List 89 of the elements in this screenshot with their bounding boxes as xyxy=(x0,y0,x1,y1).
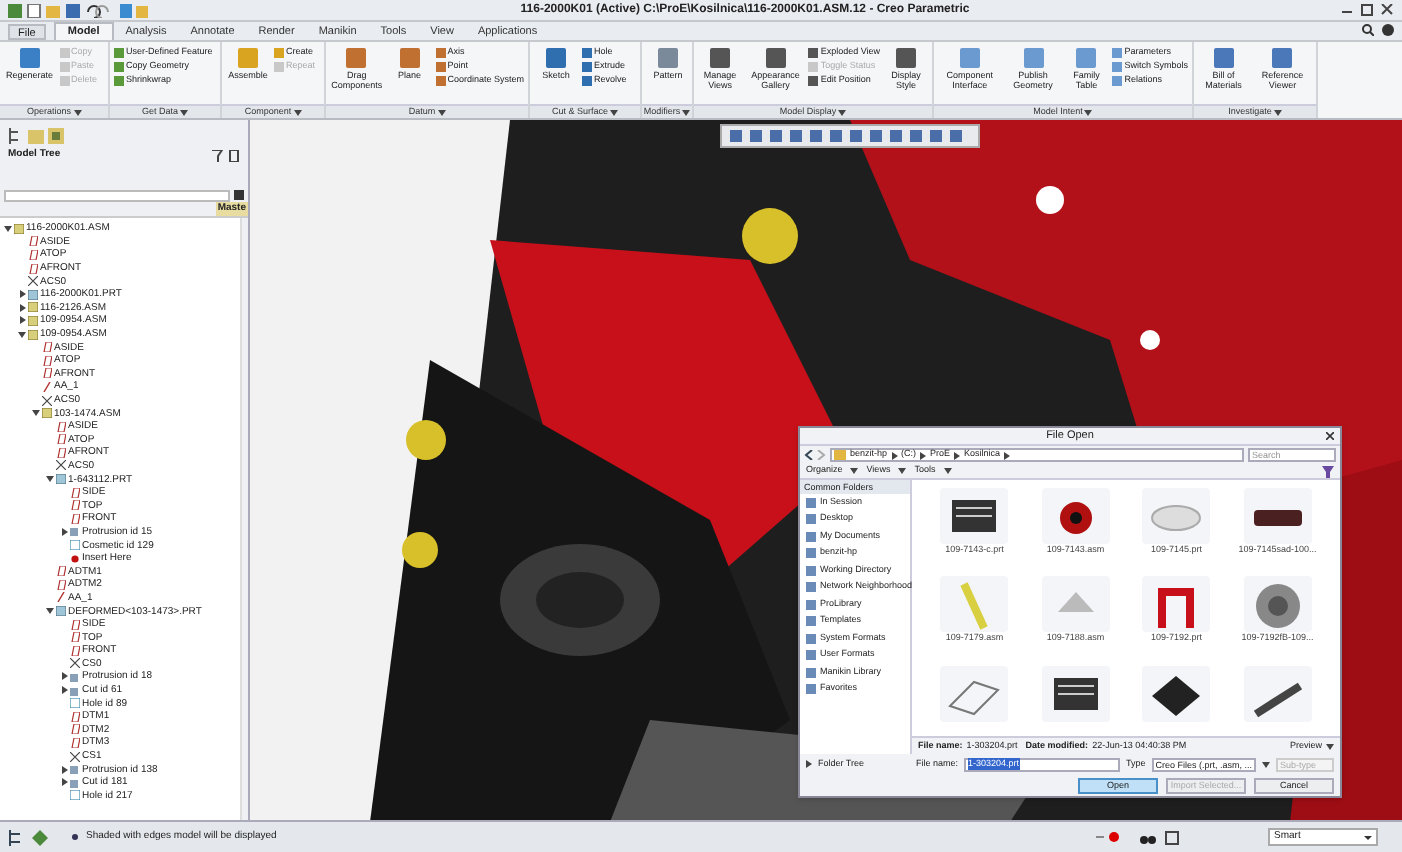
feature-node-icon xyxy=(70,526,80,537)
caret-icon xyxy=(1273,109,1282,115)
plane-node-icon xyxy=(28,263,38,274)
tool-icon xyxy=(1074,46,1099,70)
caret-icon xyxy=(891,451,898,459)
part-thumbnail[interactable] xyxy=(1142,488,1211,544)
asm-node-icon xyxy=(14,223,24,234)
cosmetic-node-icon xyxy=(70,790,80,801)
csys-node-icon xyxy=(70,751,80,762)
expand-toggle-icon[interactable] xyxy=(61,672,67,681)
close-icon[interactable] xyxy=(1326,432,1334,440)
folder-icon xyxy=(834,450,846,460)
expand-toggle-icon[interactable] xyxy=(61,778,67,787)
tool-icon xyxy=(236,46,260,70)
part-thumbnail[interactable] xyxy=(1041,576,1110,633)
part-thumbnail[interactable] xyxy=(940,488,1009,544)
csys-node-icon xyxy=(70,658,80,669)
csys-node-icon xyxy=(42,395,52,406)
part-thumbnail[interactable] xyxy=(1142,665,1211,721)
expand-toggle-icon[interactable] xyxy=(18,331,26,338)
part-thumbnail[interactable] xyxy=(1041,665,1110,721)
axis-node-icon xyxy=(42,381,52,392)
expand-toggle-icon[interactable] xyxy=(46,608,54,615)
tool-icon xyxy=(894,46,918,70)
caret-icon xyxy=(1004,451,1011,459)
tool-icon xyxy=(656,46,680,70)
csys-node-icon xyxy=(56,460,66,471)
caret-icon xyxy=(920,451,927,459)
insert-node-icon xyxy=(70,553,80,564)
expand-toggle-icon[interactable] xyxy=(61,686,67,695)
cosmetic-node-icon xyxy=(70,698,80,709)
caret-icon xyxy=(954,451,961,459)
expand-toggle-icon[interactable] xyxy=(32,410,40,417)
window-icon[interactable] xyxy=(1164,829,1180,845)
part-thumbnail[interactable] xyxy=(940,665,1009,721)
tree-toggle-icon[interactable] xyxy=(8,829,24,845)
part-thumbnail[interactable] xyxy=(1243,488,1312,544)
tree-tab-icon[interactable] xyxy=(8,128,24,144)
part-thumbnail[interactable] xyxy=(1243,665,1312,721)
scrollbar[interactable] xyxy=(240,218,248,820)
part-thumbnail[interactable] xyxy=(1142,576,1211,633)
expand-toggle-icon[interactable] xyxy=(46,476,54,483)
caret-icon xyxy=(437,109,446,115)
favorites-tab-icon[interactable] xyxy=(48,128,64,144)
prt-node-icon xyxy=(56,474,66,485)
quick-access-toolbar-icon[interactable] xyxy=(8,3,148,17)
caret-icon xyxy=(838,109,847,115)
caret-icon xyxy=(180,109,188,115)
search-icon[interactable] xyxy=(1362,24,1374,36)
axis-node-icon xyxy=(56,592,66,603)
back-forward-icon xyxy=(804,450,826,460)
window-controls-icon[interactable] xyxy=(1342,4,1394,16)
caret-icon xyxy=(610,109,618,115)
tool-icon xyxy=(708,46,733,70)
feature-node-icon xyxy=(70,685,80,696)
shape-icon[interactable] xyxy=(32,829,48,845)
caret-icon xyxy=(73,109,81,115)
tool-icon xyxy=(763,46,788,70)
asm-node-icon xyxy=(28,329,38,340)
caret-icon xyxy=(682,109,691,115)
part-thumbnail[interactable] xyxy=(1243,576,1312,633)
tool-icon xyxy=(1211,46,1236,70)
caret-icon xyxy=(850,468,859,474)
cosmetic-node-icon xyxy=(70,540,80,551)
caret-icon xyxy=(806,760,812,768)
csys-node-icon xyxy=(28,276,38,287)
part-thumbnail[interactable] xyxy=(940,576,1009,633)
caret-icon xyxy=(1084,109,1093,115)
help-icon[interactable] xyxy=(1382,24,1394,36)
tool-icon xyxy=(344,46,369,70)
prt-node-icon xyxy=(56,606,66,617)
tool-icon xyxy=(17,46,42,70)
asm-node-icon xyxy=(42,408,52,419)
caret-icon xyxy=(293,109,302,115)
expand-toggle-icon[interactable] xyxy=(4,225,12,232)
tool-icon xyxy=(397,46,422,70)
part-thumbnail[interactable] xyxy=(1041,488,1110,544)
search-field[interactable] xyxy=(4,189,230,201)
tool-icon xyxy=(544,46,568,70)
caret-icon xyxy=(1326,743,1334,749)
tool-icon xyxy=(1021,46,1046,70)
tool-icon xyxy=(1270,46,1295,70)
status-bullet-icon xyxy=(72,834,78,840)
caret-icon xyxy=(1262,761,1271,767)
prt-node-icon xyxy=(28,289,38,300)
feature-node-icon xyxy=(70,671,80,682)
tool-icon xyxy=(957,46,982,70)
expand-toggle-icon[interactable] xyxy=(61,765,67,774)
expand-toggle-icon[interactable] xyxy=(61,527,67,536)
